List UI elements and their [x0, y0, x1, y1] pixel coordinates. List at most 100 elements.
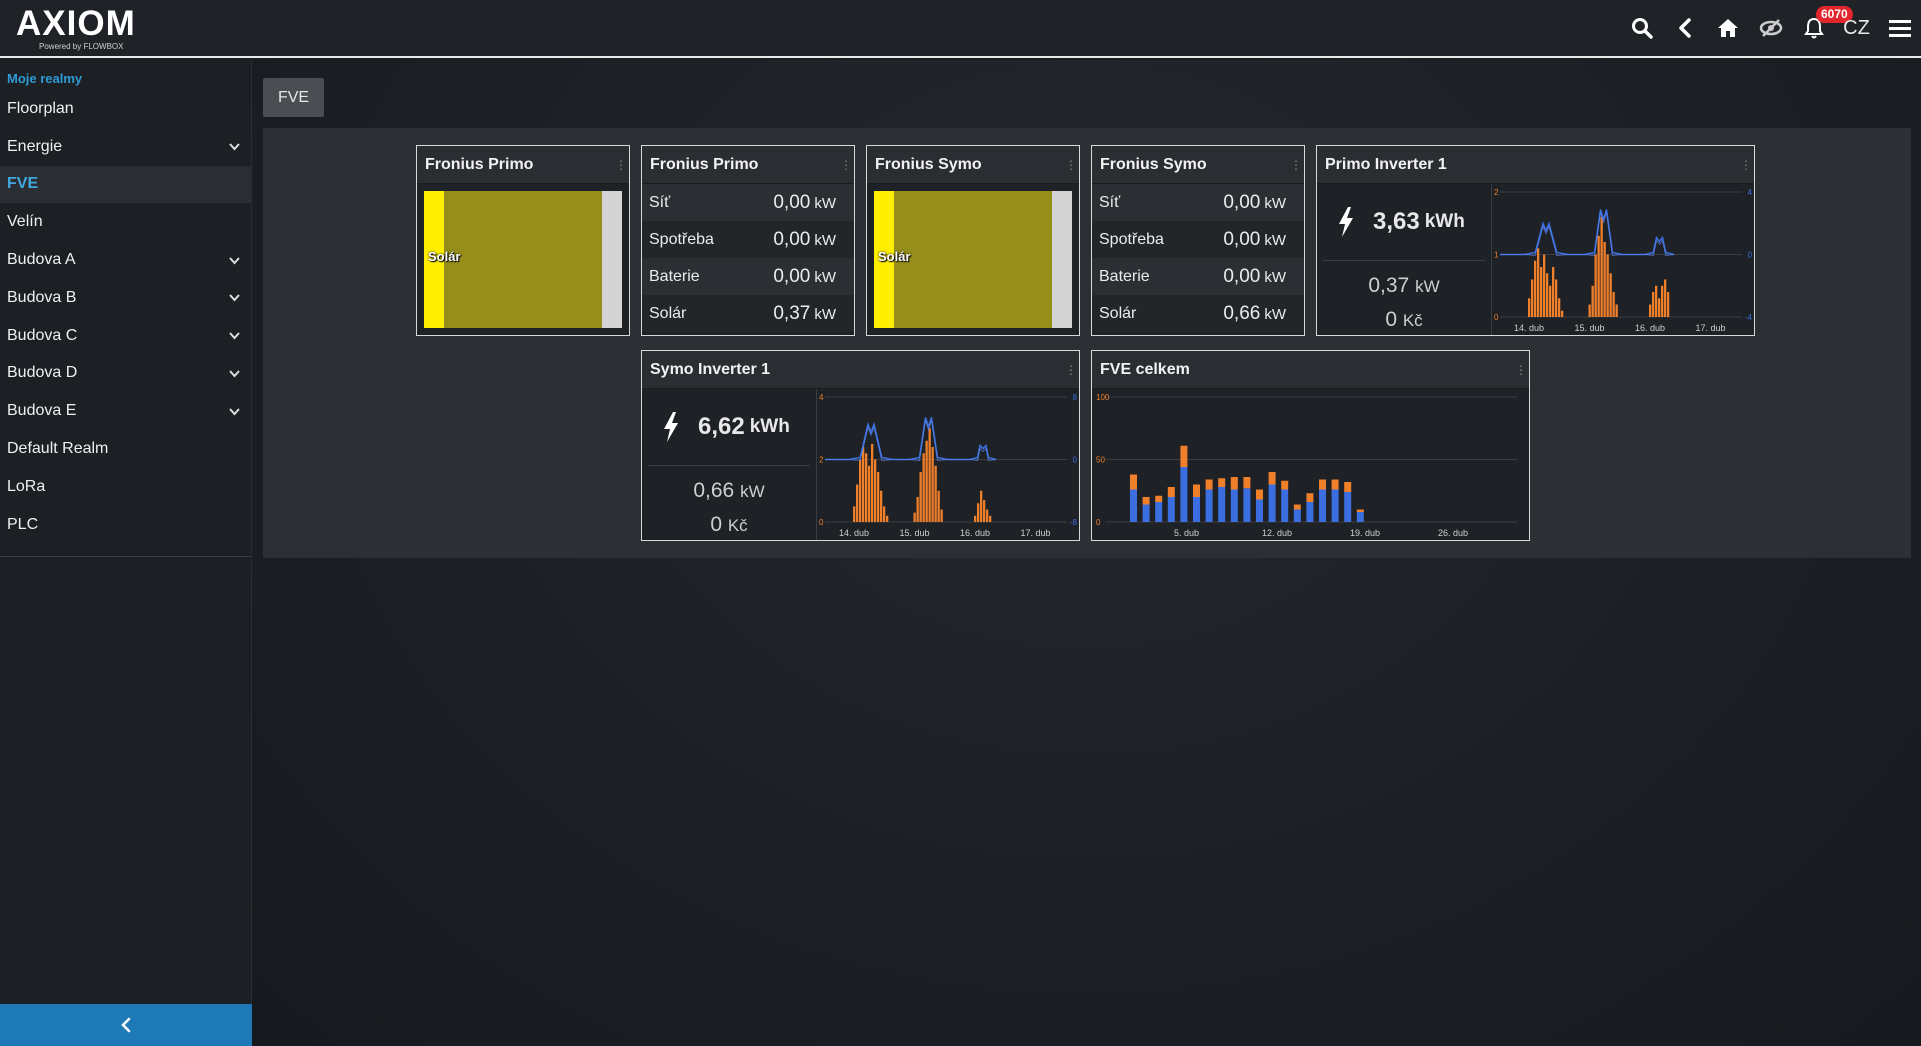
chevron-down-icon[interactable] [229, 328, 240, 343]
solar-bar [934, 465, 937, 522]
x-tick-label: 26. dub [1438, 528, 1468, 538]
x-tick-label: 16. dub [1635, 323, 1665, 333]
tile-symo-values[interactable]: Fronius Symo ⋮ Síť 0,00 kW Spotřeba 0,00 kW … [1091, 145, 1305, 336]
row-unit: kW [1264, 305, 1286, 323]
more-icon[interactable]: ⋮ [840, 159, 852, 171]
tile-primo-values[interactable]: Fronius Primo ⋮ Síť 0,00 kW Spotřeba 0,00 kW… [641, 145, 855, 336]
flow-bar [444, 191, 602, 328]
energy-value: 6,62 [698, 413, 745, 440]
total-bar-blue [1344, 492, 1352, 522]
total-bar-blue [1306, 502, 1314, 522]
row-value: 0,37 [773, 302, 811, 324]
total-bar-orange [1180, 445, 1188, 467]
sidebar-item-floorplan[interactable]: Floorplan [0, 90, 251, 128]
total-bar-orange [1331, 479, 1339, 490]
solar-bar [1588, 304, 1591, 317]
total-bar-blue [1331, 489, 1339, 522]
row-label: Baterie [1099, 267, 1150, 285]
tab-fve[interactable]: FVE [263, 78, 324, 117]
sidebar-item-label: Velín [7, 213, 43, 231]
top-bar: AXIOM Powered by FLOWBOX 6070 CZ [0, 0, 1921, 58]
back-icon[interactable] [1663, 0, 1706, 56]
solar-bar [1555, 279, 1558, 317]
power-line [825, 417, 997, 461]
tile-fve-total[interactable]: FVE celkem ⋮ 0 50 100 5. dub 12. dub 19. dub 2… [1091, 350, 1530, 541]
solar-bar [1612, 292, 1615, 317]
total-bar-orange [1230, 477, 1238, 490]
chevron-down-icon[interactable] [229, 366, 240, 381]
tile-symo-flow[interactable]: Fronius Symo ⋮ Solár [866, 145, 1080, 336]
more-icon[interactable]: ⋮ [615, 159, 627, 171]
solar-bar [922, 453, 925, 522]
row-label: Solár [1099, 304, 1137, 322]
logo[interactable]: AXIOM Powered by FLOWBOX [16, 6, 136, 52]
chevron-down-icon[interactable] [229, 290, 240, 305]
more-icon[interactable]: ⋮ [1515, 364, 1527, 376]
cost-line: 0 Kč [642, 508, 816, 542]
power-line [1500, 209, 1675, 256]
logo-subtitle: Powered by FLOWBOX [39, 42, 124, 51]
total-bar-orange [1281, 480, 1289, 490]
home-icon[interactable] [1706, 0, 1749, 56]
more-icon[interactable]: ⋮ [1740, 159, 1752, 171]
language-switch[interactable]: CZ [1835, 0, 1878, 56]
more-icon[interactable]: ⋮ [1065, 159, 1077, 171]
sidebar-item-budova-d[interactable]: Budova D [0, 355, 251, 393]
search-icon[interactable] [1620, 0, 1663, 56]
row-label: Baterie [649, 267, 700, 285]
sidebar-item-lora[interactable]: LoRa [0, 468, 251, 506]
sidebar-item-budova-e[interactable]: Budova E [0, 392, 251, 430]
tile-title: Fronius Primo [425, 155, 534, 173]
tile-header: Fronius Primo ⋮ [417, 146, 629, 184]
sidebar-item-budova-b[interactable]: Budova B [0, 279, 251, 317]
total-bar-blue [1130, 489, 1137, 522]
solar-bar [886, 515, 889, 522]
solar-bar [1606, 254, 1609, 317]
solar-bar [1594, 254, 1597, 317]
solar-bar [931, 447, 934, 522]
inverter-summary: 3,63 kWh 0,37 kW 0 Kč [1317, 184, 1491, 335]
chevron-down-icon[interactable] [229, 253, 240, 268]
sidebar-item-budova-a[interactable]: Budova A [0, 241, 251, 279]
x-tick-label: 17. dub [1021, 528, 1051, 538]
y-right-tick-label: -8 [1070, 518, 1078, 527]
inverter-summary: 6,62 kWh 0,66 kW 0 Kč [642, 389, 816, 540]
tile-primo-flow[interactable]: Fronius Primo ⋮ Solár [416, 145, 630, 336]
sidebar-item-energie[interactable]: Energie [0, 128, 251, 166]
sidebar-item-plc[interactable]: PLC [0, 506, 251, 544]
solar-bar [983, 500, 986, 522]
solar-bar [862, 447, 865, 522]
solar-bar [868, 465, 871, 522]
x-tick-label: 15. dub [1575, 323, 1605, 333]
sidebar-item-fve[interactable]: FVE [0, 165, 251, 204]
sidebar-item-label: Budova B [7, 288, 77, 306]
row-label: Solár [649, 304, 687, 322]
sidebar-item-budova-c[interactable]: Budova C [0, 317, 251, 355]
value-list: Síť 0,00 kW Spotřeba 0,00 kW Baterie 0,00 kW S… [1092, 184, 1304, 332]
tile-symo-inverter[interactable]: Symo Inverter 1 ⋮ 6,62 kWh 0,66 kW 0 Kč … [641, 350, 1080, 541]
sidebar-item-default-realm[interactable]: Default Realm [0, 430, 251, 468]
sidebar-collapse-button[interactable] [0, 1004, 252, 1046]
total-bar-blue [1155, 502, 1163, 522]
sidebar-divider [0, 555, 251, 557]
solar-bar [977, 503, 980, 522]
tile-primo-inverter[interactable]: Primo Inverter 1 ⋮ 3,63 kWh 0,37 kW 0 Kč… [1316, 145, 1755, 336]
tile-header: Fronius Primo ⋮ [642, 146, 854, 184]
visibility-icon[interactable] [1749, 0, 1792, 56]
chevron-down-icon[interactable] [229, 404, 240, 419]
sidebar-item-vel-n[interactable]: Velín [0, 203, 251, 241]
energy-unit: kWh [749, 416, 790, 437]
menu-icon[interactable] [1878, 0, 1921, 56]
total-bar-orange [1243, 477, 1251, 489]
tile-title: Fronius Symo [875, 155, 982, 173]
row-unit: kW [1264, 231, 1286, 249]
solar-bar [1558, 298, 1561, 317]
more-icon[interactable]: ⋮ [1065, 364, 1077, 376]
row-unit: kW [814, 231, 836, 249]
total-bar-orange [1205, 479, 1213, 490]
more-icon[interactable]: ⋮ [1290, 159, 1302, 171]
sidebar-item-label: Budova C [7, 326, 78, 344]
chevron-down-icon[interactable] [229, 139, 240, 154]
bell-icon[interactable]: 6070 [1792, 0, 1853, 56]
x-tick-label: 5. dub [1174, 528, 1199, 538]
